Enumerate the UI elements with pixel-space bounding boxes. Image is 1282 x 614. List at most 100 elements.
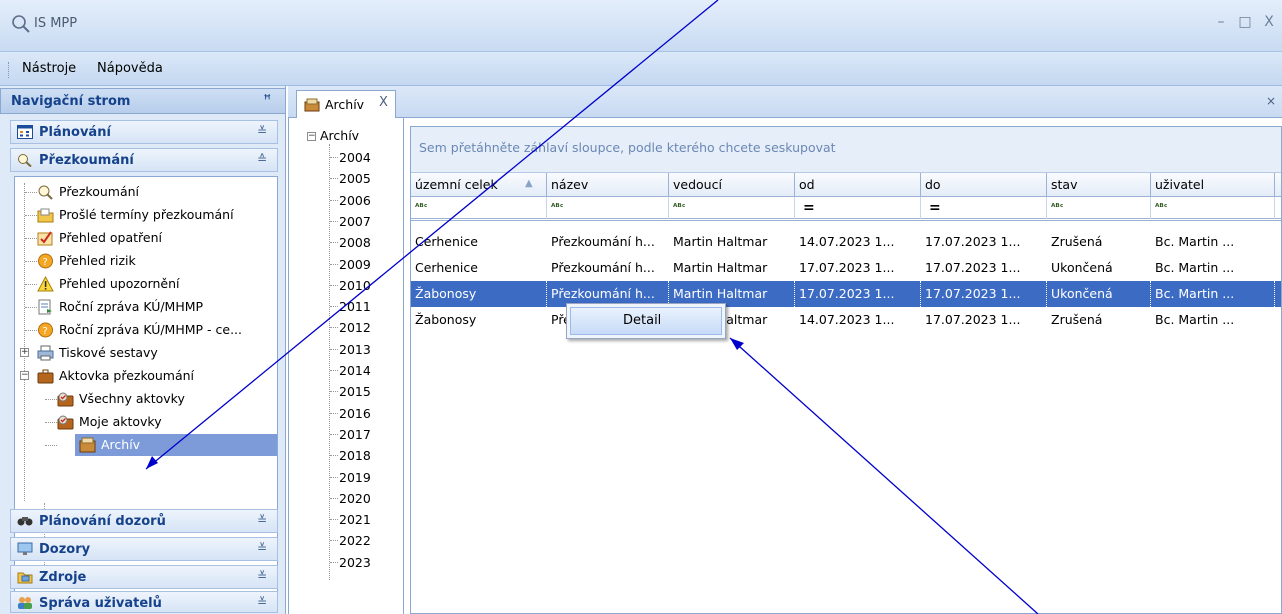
table-cell: Přezkoumání h...	[551, 234, 655, 249]
folder-icon	[37, 208, 54, 223]
year-item[interactable]: 2019	[339, 470, 371, 485]
group-label: Plánování dozorů	[39, 514, 166, 529]
context-menu-detail[interactable]: Detail	[570, 307, 722, 335]
table-row[interactable]: Žabonosy Přezkoumání h... Martin Haltmar 17…	[411, 281, 1281, 307]
navigation-header: Navigační strom ꟸ	[0, 88, 286, 114]
year-item[interactable]: 2004	[339, 150, 371, 165]
filter-operator-text-icon[interactable]: ᴬᴮᶜ	[1151, 197, 1275, 219]
archive-root[interactable]: Archív	[320, 128, 359, 143]
group-dozory[interactable]: Dozory ≚	[10, 537, 278, 561]
year-item[interactable]: 2018	[339, 448, 371, 463]
collapse-icon[interactable]: −	[20, 371, 29, 380]
year-item[interactable]: 2006	[339, 193, 371, 208]
tree-item-label: Přezkoumání	[59, 184, 140, 199]
toolbar-grip	[8, 62, 11, 78]
column-header[interactable]: stav	[1047, 173, 1151, 197]
tree-item-tiskove-sestavy[interactable]: + Tiskové sestavy	[17, 342, 277, 364]
archive-icon	[304, 98, 320, 112]
year-item[interactable]: 2020	[339, 491, 371, 506]
column-header[interactable]: do	[921, 173, 1047, 197]
tab-archiv[interactable]: Archív X	[296, 90, 396, 118]
chevron-down-icon: ≚	[256, 569, 267, 583]
tree-item-prehled-opatreni[interactable]: Přehled opatření	[17, 227, 277, 249]
chevron-down-icon: ≚	[256, 124, 267, 138]
filter-operator-text-icon[interactable]: ᴬᴮᶜ	[669, 197, 795, 219]
year-item[interactable]: 2015	[339, 384, 371, 399]
year-item[interactable]: 2010	[339, 278, 371, 293]
tree-item-label: Moje aktovky	[79, 414, 162, 429]
menu-bar: Nástroje Nápověda	[0, 52, 1282, 86]
menu-napoveda[interactable]: Nápověda	[97, 61, 163, 76]
close-window-button[interactable]: X	[1260, 14, 1278, 30]
svg-text:?: ?	[43, 326, 48, 337]
table-row[interactable]: Cerhenice Přezkoumání h... Martin Haltmar 1…	[411, 229, 1281, 255]
year-item[interactable]: 2011	[339, 299, 371, 314]
group-planovani-dozoru[interactable]: Plánování dozorů ≚	[10, 509, 278, 533]
expand-icon[interactable]: +	[20, 348, 29, 357]
close-all-tabs-button[interactable]: ×	[1266, 94, 1276, 108]
tree-item-rocni-zprava-ce[interactable]: ? Roční zpráva KÚ/MHMP - ce...	[17, 319, 277, 341]
year-item[interactable]: 2012	[339, 320, 371, 335]
filter-operator-equals[interactable]: =	[795, 197, 921, 219]
warning-icon	[37, 276, 54, 292]
pin-icon[interactable]: ꟸ	[264, 93, 272, 108]
tree-item-prezkoumani[interactable]: Přezkoumání	[17, 181, 277, 203]
tree-item-aktovka[interactable]: − Aktovka přezkoumání	[17, 365, 277, 387]
table-cell: Zrušená	[1051, 234, 1103, 249]
tree-item-label: Přehled rizik	[59, 253, 136, 268]
year-item[interactable]: 2013	[339, 342, 371, 357]
archive-icon	[79, 437, 96, 453]
year-item[interactable]: 2014	[339, 363, 371, 378]
column-header[interactable]: od	[795, 173, 921, 197]
year-item[interactable]: 2008	[339, 235, 371, 250]
group-zdroje[interactable]: Zdroje ≚	[10, 565, 278, 589]
table-cell: Bc. Martin ...	[1155, 234, 1235, 249]
table-cell: Bc. Martin ...	[1155, 312, 1235, 327]
table-cell: Přezkoumání h...	[551, 260, 655, 275]
year-item[interactable]: 2017	[339, 427, 371, 442]
year-item[interactable]: 2009	[339, 257, 371, 272]
tree-item-prosle-terminy[interactable]: Prošlé termíny přezkoumání	[17, 204, 277, 226]
tree-item-label: Archív	[101, 437, 141, 452]
year-item[interactable]: 2023	[339, 555, 371, 570]
filter-operator-text-icon[interactable]: ᴬᴮᶜ	[547, 197, 669, 219]
table-row[interactable]: Cerhenice Přezkoumání h... Martin Haltmar 1…	[411, 255, 1281, 281]
filter-operator-text-icon[interactable]: ᴬᴮᶜ	[411, 197, 547, 219]
year-item[interactable]: 2005	[339, 171, 371, 186]
year-item[interactable]: 2021	[339, 512, 371, 527]
table-row[interactable]: ŽabonosyPřezkoumání h...Martin Haltmar14…	[411, 307, 1281, 333]
filter-operator-text-icon[interactable]: ᴬᴮᶜ	[1047, 197, 1151, 219]
tree-item-rocni-zprava[interactable]: Roční zpráva KÚ/MHMP	[17, 296, 277, 318]
year-item[interactable]: 2022	[339, 533, 371, 548]
archive-grid: Sem přetáhněte záhlaví sloupce, podle kt…	[410, 126, 1282, 614]
table-cell: 17.07.2023 1...	[925, 260, 1021, 275]
filter-operator-equals[interactable]: =	[921, 197, 1047, 219]
column-header[interactable]: uživatel	[1151, 173, 1275, 197]
minimize-button[interactable]: –	[1212, 14, 1230, 30]
group-sprava-uzivatelu[interactable]: Správa uživatelů ≚	[10, 591, 278, 613]
tree-item-prehled-rizik[interactable]: ? Přehled rizik	[17, 250, 277, 272]
year-item[interactable]: 2007	[339, 214, 371, 229]
tab-close-button[interactable]: X	[379, 95, 388, 110]
year-item[interactable]: 2016	[339, 406, 371, 421]
tree-item-moje-aktovky[interactable]: Moje aktovky	[37, 411, 277, 433]
folder-image-icon	[17, 572, 33, 584]
chevron-down-icon: ≚	[256, 541, 267, 555]
table-cell: 17.07.2023 1...	[925, 234, 1021, 249]
table-cell: Ukončená	[1051, 260, 1113, 275]
maximize-button[interactable]: □	[1236, 14, 1254, 30]
table-cell: Cerhenice	[415, 234, 478, 249]
tree-item-prehled-upozorneni[interactable]: Přehled upozornění	[17, 273, 277, 295]
table-cell: Martin Haltmar	[673, 234, 768, 249]
group-planovani[interactable]: Plánování ≚	[10, 120, 278, 144]
group-by-panel[interactable]: Sem přetáhněte záhlaví sloupce, podle kt…	[411, 127, 1281, 173]
tree-item-archiv[interactable]: Archív	[75, 434, 277, 456]
group-label: Plánování	[39, 125, 111, 140]
column-header[interactable]: vedoucí	[669, 173, 795, 197]
collapse-icon[interactable]: −	[307, 132, 316, 141]
review-icon	[38, 185, 53, 200]
tree-item-vsechny-aktovky[interactable]: Všechny aktovky	[37, 388, 277, 410]
group-prezkoumani[interactable]: Přezkoumání ≙	[10, 148, 278, 172]
column-header[interactable]: název	[547, 173, 669, 197]
menu-nastroje[interactable]: Nástroje	[22, 61, 76, 76]
